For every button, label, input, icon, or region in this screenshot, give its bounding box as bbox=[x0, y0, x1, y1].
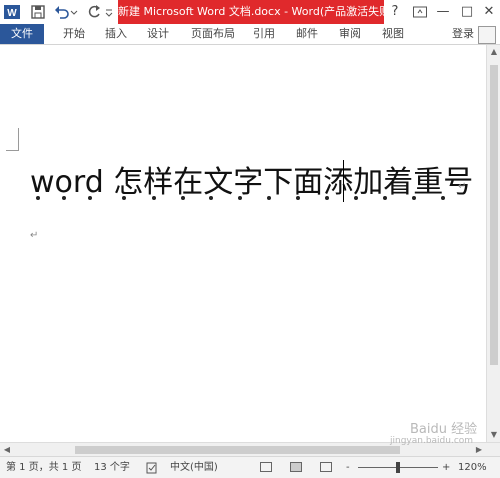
emphasis-dot bbox=[238, 196, 242, 200]
web-layout-icon[interactable] bbox=[320, 462, 332, 472]
tab-file[interactable]: 文件 bbox=[0, 24, 44, 44]
tab-home[interactable]: 开始 bbox=[60, 24, 88, 44]
emphasis-dot bbox=[412, 196, 416, 200]
tab-view[interactable]: 视图 bbox=[379, 24, 407, 44]
emphasis-dot bbox=[88, 196, 92, 200]
avatar[interactable] bbox=[478, 26, 496, 44]
scroll-up-icon[interactable]: ▲ bbox=[487, 45, 500, 59]
emphasis-dot bbox=[209, 196, 213, 200]
zoom-in-button[interactable]: + bbox=[442, 457, 450, 478]
horizontal-scroll-thumb[interactable] bbox=[75, 446, 400, 454]
emphasis-dot bbox=[383, 196, 387, 200]
emphasis-dot bbox=[354, 196, 358, 200]
tab-insert[interactable]: 插入 bbox=[102, 24, 130, 44]
emphasis-dot bbox=[325, 196, 329, 200]
zoom-level[interactable]: 120% bbox=[458, 457, 487, 478]
proofing-icon[interactable] bbox=[146, 462, 158, 474]
zoom-out-button[interactable]: - bbox=[346, 457, 350, 478]
emphasis-dot bbox=[267, 196, 271, 200]
word-count[interactable]: 13 个字 bbox=[94, 457, 130, 478]
margin-corner-mark bbox=[6, 128, 19, 151]
tab-design[interactable]: 设计 bbox=[144, 24, 172, 44]
zoom-slider-thumb[interactable] bbox=[396, 462, 400, 473]
emphasis-dot bbox=[36, 196, 40, 200]
emphasis-dot bbox=[296, 196, 300, 200]
emphasis-dot bbox=[441, 196, 445, 200]
language-indicator[interactable]: 中文(中国) bbox=[170, 457, 218, 478]
vertical-scroll-thumb[interactable] bbox=[490, 65, 498, 365]
emphasis-marks bbox=[36, 196, 476, 206]
customize-toolbar-icon[interactable] bbox=[104, 4, 114, 20]
read-mode-icon[interactable] bbox=[260, 462, 272, 472]
word-app-icon[interactable]: W bbox=[4, 4, 20, 20]
emphasis-dot bbox=[152, 196, 156, 200]
title-bar: W 新建 Microsoft Word 文档.docx - Word(产品激活失… bbox=[0, 0, 500, 24]
scroll-left-icon[interactable]: ◀ bbox=[0, 443, 14, 457]
empty-paragraph-mark: ↵ bbox=[30, 230, 39, 241]
minimize-button[interactable]: — bbox=[434, 0, 452, 24]
tab-mailings[interactable]: 邮件 bbox=[293, 24, 321, 44]
paragraph-mark: ↵ bbox=[458, 181, 467, 192]
document-canvas[interactable]: word 怎样在文字下面添加着重号 ↵ ↵ bbox=[0, 45, 486, 442]
save-icon[interactable] bbox=[30, 4, 46, 20]
close-button[interactable]: ✕ bbox=[480, 0, 498, 24]
undo-icon[interactable] bbox=[54, 4, 70, 20]
page-count[interactable]: 第 1 页，共 1 页 bbox=[6, 457, 81, 478]
watermark-url: jingyan.baidu.com bbox=[390, 436, 474, 446]
undo-dropdown-icon[interactable] bbox=[70, 4, 78, 20]
print-layout-icon[interactable] bbox=[290, 462, 302, 472]
watermark-logo: Baidu 经验 bbox=[410, 422, 478, 437]
ribbon-tabs: 文件 开始 插入 设计 页面布局 引用 邮件 审阅 视图 登录 bbox=[0, 24, 500, 44]
tab-page-layout[interactable]: 页面布局 bbox=[188, 24, 238, 44]
svg-text:W: W bbox=[7, 8, 17, 19]
tab-references[interactable]: 引用 bbox=[250, 24, 278, 44]
status-bar: 第 1 页，共 1 页 13 个字 中文(中国) - + 120% bbox=[0, 456, 500, 478]
help-button[interactable]: ? bbox=[386, 0, 404, 24]
redo-icon[interactable] bbox=[86, 4, 102, 20]
vertical-scrollbar[interactable]: ▲ ▼ bbox=[486, 45, 500, 442]
window-title: 新建 Microsoft Word 文档.docx - Word(产品激活失败) bbox=[118, 0, 384, 24]
emphasis-dot bbox=[181, 196, 185, 200]
ribbon-display-options-icon[interactable] bbox=[412, 4, 428, 20]
emphasis-dot bbox=[122, 196, 126, 200]
restore-button[interactable]: □ bbox=[458, 0, 476, 24]
emphasis-dot bbox=[62, 196, 66, 200]
tab-review[interactable]: 审阅 bbox=[336, 24, 364, 44]
baidu-watermark: Baidu 经验 jingyan.baidu.com bbox=[390, 418, 490, 452]
sign-in-link[interactable]: 登录 bbox=[452, 24, 474, 44]
